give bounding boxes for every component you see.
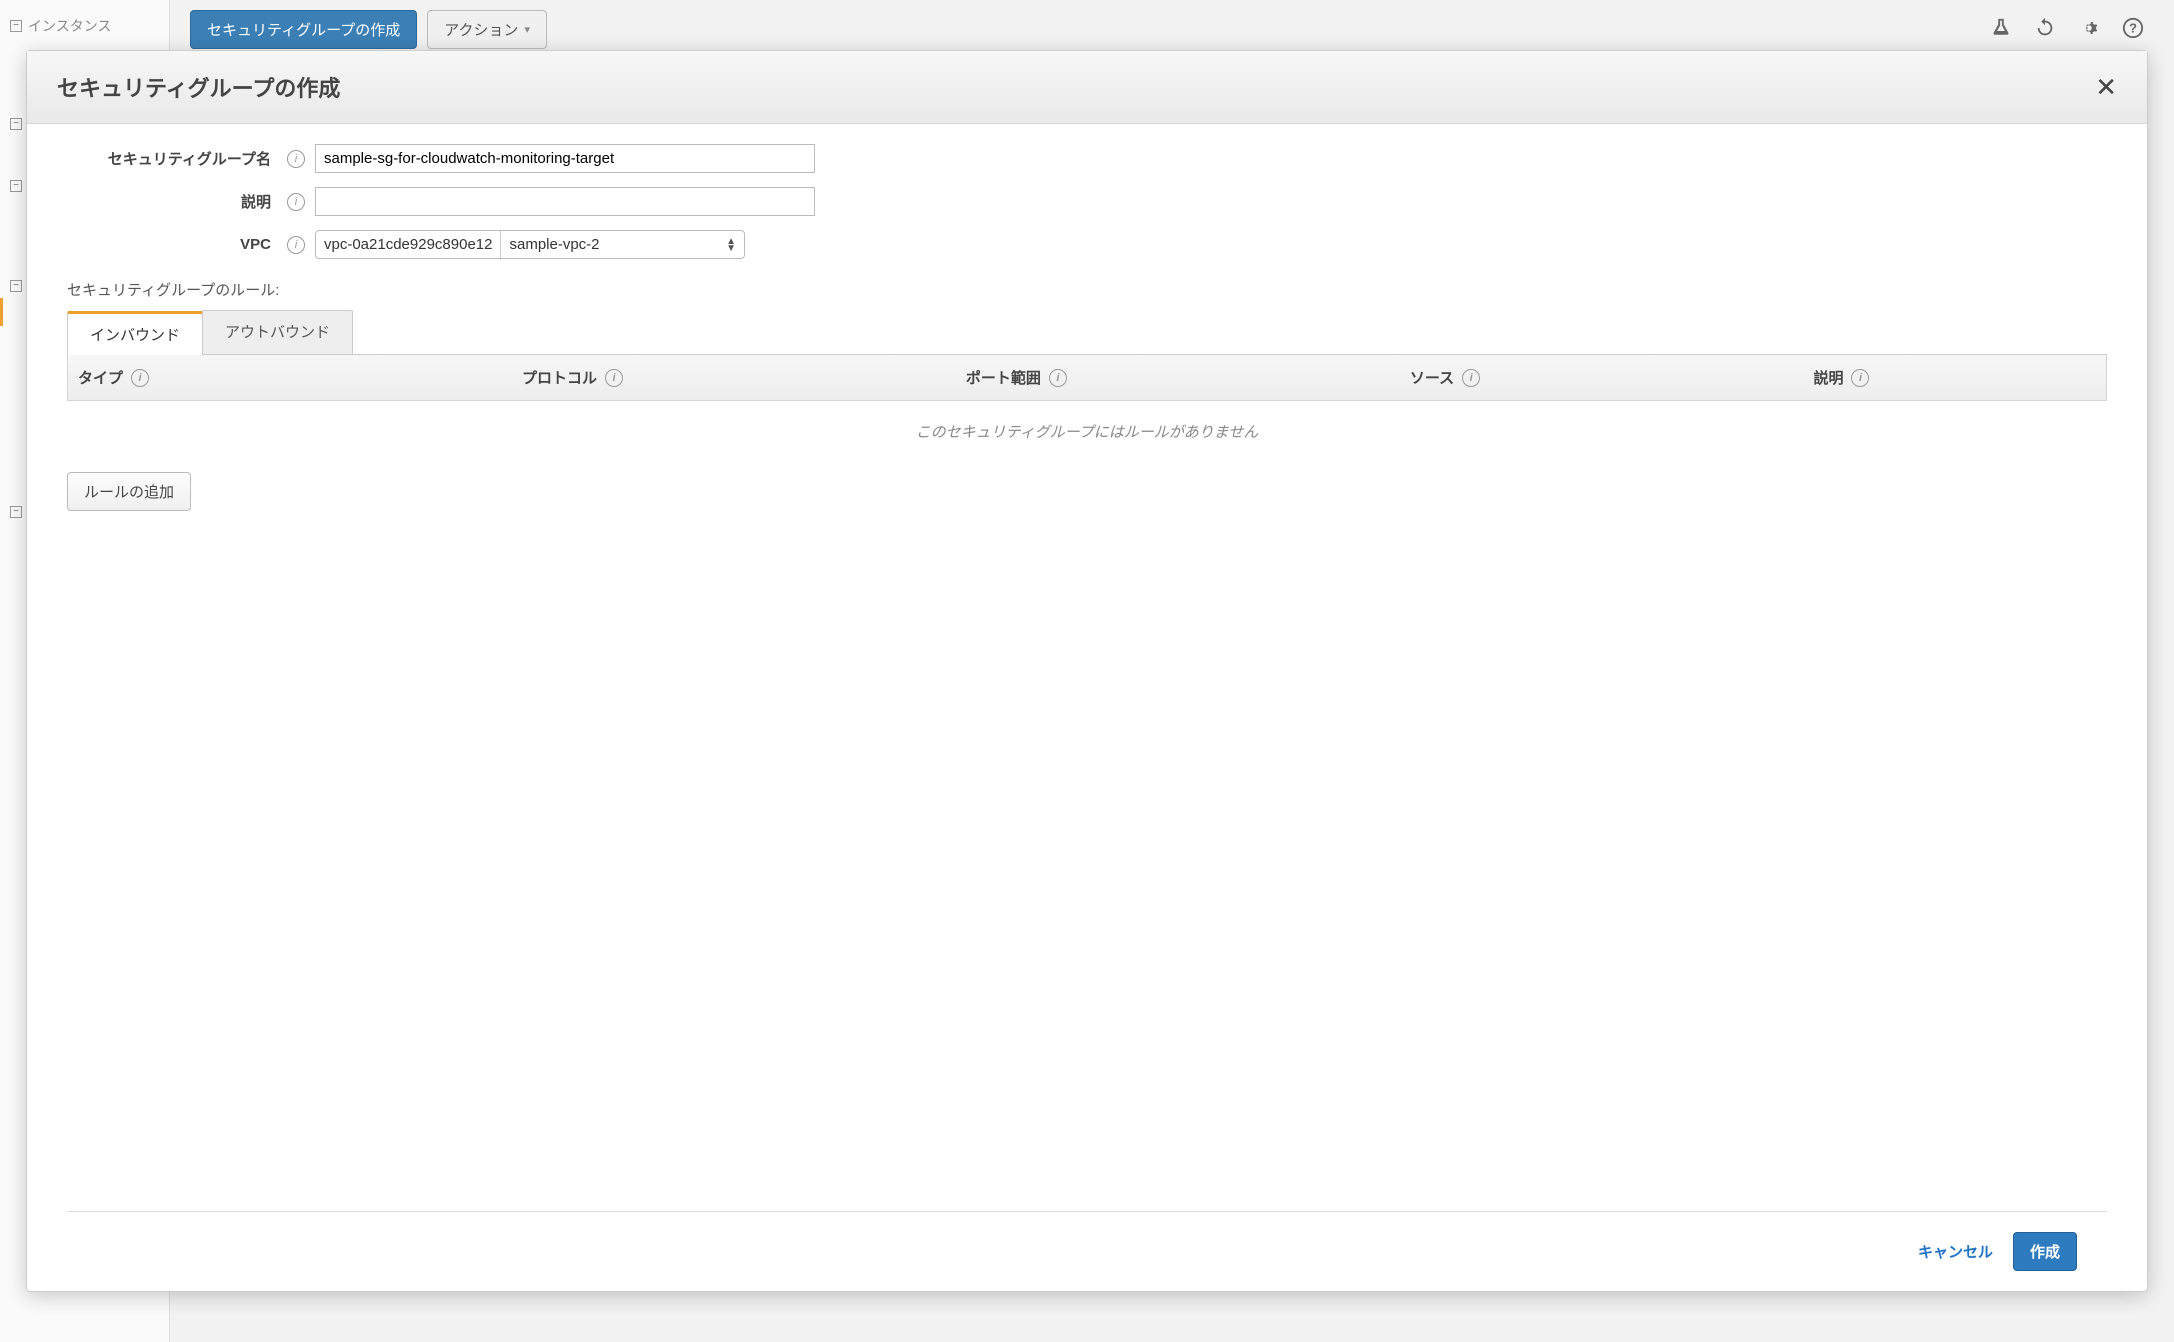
- modal-title: セキュリティグループの作成: [57, 71, 340, 103]
- info-icon[interactable]: i: [1851, 369, 1869, 387]
- cancel-button[interactable]: キャンセル: [1918, 1241, 1993, 1262]
- add-rule-button[interactable]: ルールの追加: [67, 472, 191, 511]
- info-icon[interactable]: i: [287, 150, 305, 168]
- create-button[interactable]: 作成: [2013, 1232, 2077, 1271]
- form-row-desc: 説明 i: [67, 187, 2107, 216]
- close-icon[interactable]: ✕: [2095, 74, 2117, 100]
- col-type: タイプi: [78, 367, 522, 388]
- collapse-icon: −: [10, 280, 22, 292]
- tab-inbound[interactable]: インバウンド: [67, 311, 203, 355]
- modal-footer: キャンセル 作成: [67, 1211, 2107, 1291]
- create-security-group-button[interactable]: セキュリティグループの作成: [190, 10, 417, 49]
- sidebar-group-instances[interactable]: − インスタンス: [0, 10, 169, 42]
- col-source: ソースi: [1410, 367, 1814, 388]
- col-port: ポート範囲i: [966, 367, 1410, 388]
- col-desc: 説明i: [1813, 367, 2096, 388]
- info-icon[interactable]: i: [287, 236, 305, 254]
- help-icon[interactable]: ?: [2122, 17, 2144, 42]
- collapse-icon: −: [10, 20, 22, 32]
- collapse-icon: −: [10, 118, 22, 130]
- rules-table-header: タイプi プロトコルi ポート範囲i ソースi 説明i: [67, 355, 2107, 401]
- action-label: アクション: [444, 19, 518, 40]
- sidebar-group-label: インスタンス: [28, 16, 111, 36]
- sg-vpc-label: VPC: [67, 236, 277, 253]
- vpc-select[interactable]: vpc-0a21cde929c890e12 sample-vpc-2 ▲▼: [315, 230, 745, 259]
- sg-name-input[interactable]: [315, 144, 815, 173]
- rules-tabs: インバウンド アウトバウンド: [67, 310, 2107, 355]
- modal-backdrop: セキュリティグループの作成 ✕ セキュリティグループ名 i 説明 i VPC i…: [26, 50, 2148, 1292]
- vpc-id: vpc-0a21cde929c890e12: [324, 236, 492, 253]
- info-icon[interactable]: i: [1462, 369, 1480, 387]
- col-protocol: プロトコルi: [522, 367, 966, 388]
- toolbar-icons: ?: [1990, 17, 2154, 42]
- info-icon[interactable]: i: [131, 369, 149, 387]
- action-dropdown[interactable]: アクション ▾: [427, 10, 547, 49]
- info-icon[interactable]: i: [605, 369, 623, 387]
- collapse-icon: −: [10, 180, 22, 192]
- vpc-name: sample-vpc-2: [509, 236, 599, 253]
- chevron-down-icon: ▾: [524, 23, 530, 36]
- form-row-name: セキュリティグループ名 i: [67, 144, 2107, 173]
- gear-icon[interactable]: [2078, 17, 2100, 42]
- tab-outbound[interactable]: アウトバウンド: [202, 310, 353, 354]
- create-security-group-modal: セキュリティグループの作成 ✕ セキュリティグループ名 i 説明 i VPC i…: [26, 50, 2148, 1292]
- refresh-icon[interactable]: [2034, 17, 2056, 42]
- sg-desc-label: 説明: [67, 191, 277, 212]
- sg-desc-input[interactable]: [315, 187, 815, 216]
- modal-body: セキュリティグループ名 i 説明 i VPC i vpc-0a21cde929c…: [27, 124, 2147, 1211]
- info-icon[interactable]: i: [287, 193, 305, 211]
- info-icon[interactable]: i: [1049, 369, 1067, 387]
- flask-icon[interactable]: [1990, 17, 2012, 42]
- form-row-vpc: VPC i vpc-0a21cde929c890e12 sample-vpc-2…: [67, 230, 2107, 259]
- modal-header: セキュリティグループの作成 ✕: [27, 51, 2147, 124]
- select-arrows-icon: ▲▼: [726, 238, 736, 252]
- svg-text:?: ?: [2129, 21, 2137, 36]
- collapse-icon: −: [10, 506, 22, 518]
- rules-empty-message: このセキュリティグループにはルールがありません: [67, 401, 2107, 462]
- rules-section-label: セキュリティグループのルール:: [67, 279, 2107, 300]
- sg-name-label: セキュリティグループ名: [67, 148, 277, 169]
